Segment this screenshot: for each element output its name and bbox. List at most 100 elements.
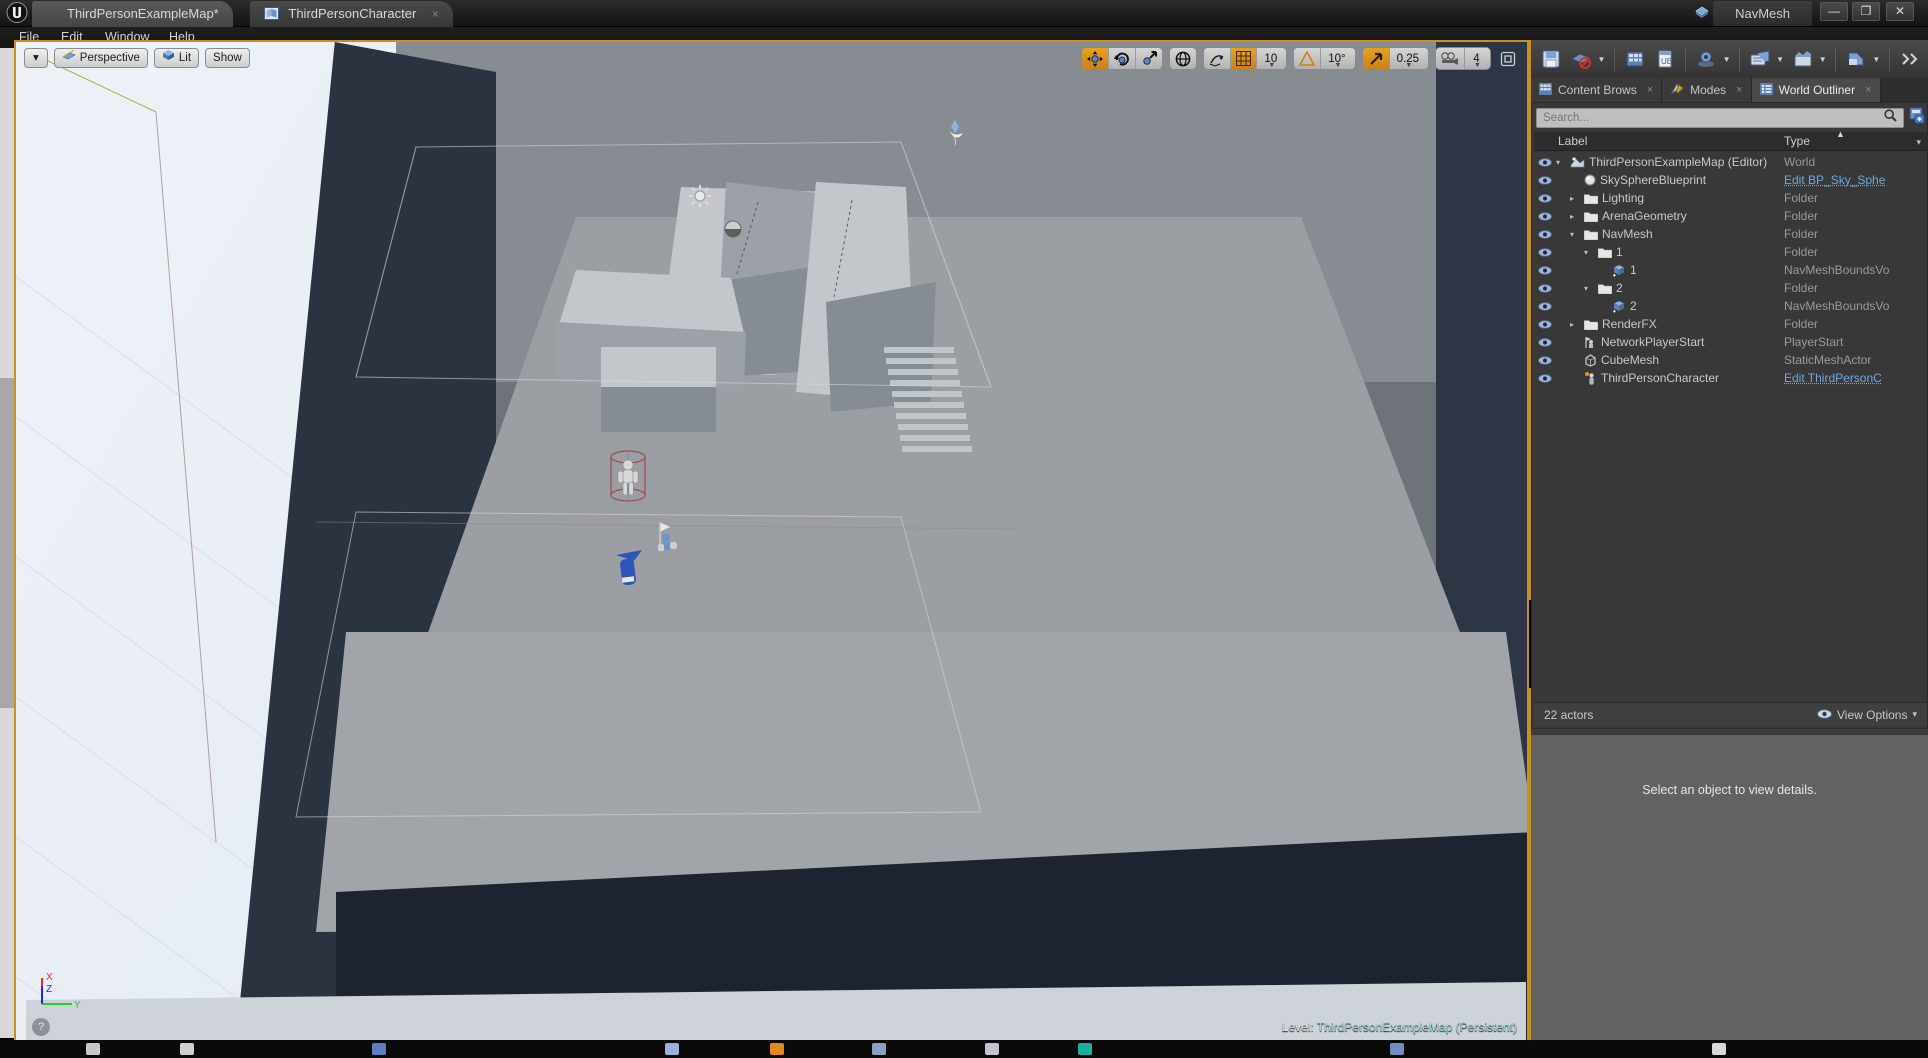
save-button[interactable] [1537, 44, 1565, 74]
close-icon[interactable]: × [432, 7, 439, 21]
rotate-mode-button[interactable] [1109, 48, 1137, 69]
outliner-row-edit-link[interactable]: Edit ThirdPersonC [1784, 371, 1927, 385]
taskbar-icon[interactable] [180, 1043, 194, 1055]
taskbar-icon[interactable] [1078, 1043, 1092, 1055]
chevron-down-icon[interactable]: ▼ [1405, 62, 1412, 69]
visibility-eye-icon[interactable] [1534, 157, 1556, 167]
search-input[interactable] [1543, 112, 1884, 124]
unreal-logo-icon[interactable] [5, 2, 29, 25]
outliner-row[interactable]: ▸CubeMeshStaticMeshActor [1534, 351, 1927, 369]
dock-splitter-accent-lower[interactable] [1528, 688, 1531, 1042]
visibility-eye-icon[interactable] [1534, 193, 1556, 203]
expander-closed-icon[interactable]: ▸ [1570, 212, 1580, 221]
viewport-options-button[interactable]: ▾ [24, 48, 48, 68]
expander-closed-icon[interactable]: ▸ [1570, 194, 1580, 203]
show-flags-button[interactable]: Show [205, 48, 250, 68]
taskbar-icon[interactable] [1712, 1043, 1726, 1055]
surface-snap-button[interactable] [1204, 48, 1232, 69]
outliner-row[interactable]: ▾ 2 Folder [1534, 279, 1927, 297]
outliner-row[interactable]: ▾ 1 Folder [1534, 243, 1927, 261]
visibility-eye-icon[interactable] [1534, 265, 1556, 275]
viewport-help-icon[interactable]: ? [32, 1018, 50, 1036]
minimize-button[interactable]: — [1820, 2, 1848, 21]
taskbar-icon[interactable] [985, 1043, 999, 1055]
visibility-eye-icon[interactable] [1534, 337, 1556, 347]
taskbar-icon[interactable] [872, 1043, 886, 1055]
player-start-actor[interactable] [612, 547, 646, 596]
outliner-row[interactable]: ▸NetworkPlayerStartPlayerStart [1534, 333, 1927, 351]
outliner-row[interactable]: ▾ NavMesh Folder [1534, 225, 1927, 243]
taskbar-icon[interactable] [1390, 1043, 1404, 1055]
build-button[interactable] [1842, 44, 1870, 74]
camera-mode-button[interactable]: Perspective [53, 48, 148, 68]
column-filter-icon[interactable]: ▾ [1916, 137, 1921, 148]
chevron-down-icon[interactable]: ▼ [1723, 55, 1733, 64]
close-icon[interactable]: × [1647, 84, 1653, 96]
column-label[interactable]: Label [1534, 134, 1784, 148]
visibility-eye-icon[interactable] [1534, 283, 1556, 293]
search-icon[interactable] [1884, 109, 1897, 127]
chevron-down-icon[interactable]: ▼ [1268, 62, 1275, 69]
taskbar-icon[interactable] [665, 1043, 679, 1055]
visibility-eye-icon[interactable] [1534, 373, 1556, 383]
translate-mode-button[interactable] [1082, 48, 1110, 69]
navmesh-window-tab[interactable]: NavMesh [1713, 1, 1812, 26]
scale-snap-toggle[interactable] [1362, 48, 1390, 69]
outliner-row[interactable]: ▸1NavMeshBoundsVo [1534, 261, 1927, 279]
view-options-button[interactable]: View Options ▾ [1816, 708, 1917, 722]
camera-icon[interactable] [1436, 48, 1465, 69]
visibility-eye-icon[interactable] [1534, 229, 1556, 239]
tab-world-outliner[interactable]: World Outliner × [1751, 78, 1881, 102]
viewport-canvas[interactable]: ▾ Perspective Lit Show 10 ▼ 10° ▼ 0.25 ▼… [16, 42, 1527, 1040]
blueprints-button[interactable] [1746, 44, 1774, 74]
visibility-eye-icon[interactable] [1534, 247, 1556, 257]
dock-splitter-accent[interactable] [1528, 40, 1531, 600]
outliner-row-edit-link[interactable]: Edit BP_Sky_Sphe [1784, 173, 1927, 187]
taskbar-icon[interactable] [86, 1043, 100, 1055]
editor-tab-blueprint[interactable]: ThirdPersonCharacter × [250, 1, 453, 27]
column-type[interactable]: Type ▲ ▾ [1784, 129, 1927, 148]
cinematics-button[interactable] [1788, 44, 1816, 74]
level-viewport[interactable]: ▾ Perspective Lit Show 10 ▼ 10° ▼ 0.25 ▼… [14, 40, 1529, 1042]
point-light-actor-icon[interactable] [688, 184, 712, 213]
chevron-down-icon[interactable]: ▼ [1872, 55, 1882, 64]
grid-snap-value[interactable]: 10 ▼ [1257, 48, 1287, 69]
editor-tab-map[interactable]: ThirdPersonExampleMap* [32, 1, 233, 27]
tab-content-browser[interactable]: Content Brows × [1531, 78, 1663, 102]
visibility-eye-icon[interactable] [1534, 301, 1556, 311]
taskbar-icon[interactable] [372, 1043, 386, 1055]
maximize-button[interactable]: ❐ [1852, 2, 1880, 21]
add-actor-button[interactable] [1908, 107, 1925, 129]
close-icon[interactable]: × [1865, 84, 1871, 96]
close-icon[interactable]: × [1736, 84, 1742, 96]
taskbar-icon[interactable] [770, 1043, 784, 1055]
outliner-row[interactable]: ▸2NavMeshBoundsVo [1534, 297, 1927, 315]
marketplace-button[interactable]: UE [1651, 44, 1679, 74]
visibility-eye-icon[interactable] [1534, 175, 1556, 185]
expander-open-icon[interactable]: ▾ [1584, 284, 1594, 293]
outliner-row[interactable]: ▸ RenderFX Folder [1534, 315, 1927, 333]
chevron-down-icon[interactable]: ▼ [1819, 55, 1829, 64]
camera-speed-value[interactable]: 4 ▼ [1465, 48, 1490, 69]
scale-mode-button[interactable] [1136, 48, 1163, 69]
tab-modes[interactable]: Modes × [1662, 78, 1752, 102]
reflection-capture-actor-icon[interactable] [724, 220, 742, 243]
outliner-row[interactable]: ▸SkySphereBlueprintEdit BP_Sky_Sphe [1534, 171, 1927, 189]
sky-sphere-actor-icon[interactable] [943, 117, 969, 152]
outliner-row[interactable]: ▾ ThirdPersonExampleMap (Editor) World [1534, 153, 1927, 171]
scale-snap-value[interactable]: 0.25 ▼ [1389, 48, 1428, 69]
visibility-eye-icon[interactable] [1534, 319, 1556, 329]
toolbar-overflow-button[interactable] [1896, 44, 1924, 74]
chevron-down-icon[interactable]: ▼ [1776, 55, 1786, 64]
expander-open-icon[interactable]: ▾ [1584, 248, 1594, 257]
maximize-viewport-button[interactable] [1497, 48, 1519, 70]
source-control-button[interactable] [1567, 44, 1595, 74]
rotation-snap-toggle[interactable] [1294, 48, 1322, 69]
expander-open-icon[interactable]: ▾ [1556, 158, 1566, 167]
outliner-row[interactable]: ▸ Lighting Folder [1534, 189, 1927, 207]
world-space-toggle[interactable] [1170, 48, 1197, 69]
outliner-row[interactable]: ▸ ArenaGeometry Folder [1534, 207, 1927, 225]
close-button[interactable]: ✕ [1886, 2, 1914, 21]
content-button[interactable] [1621, 44, 1649, 74]
view-mode-button[interactable]: Lit [153, 48, 200, 68]
